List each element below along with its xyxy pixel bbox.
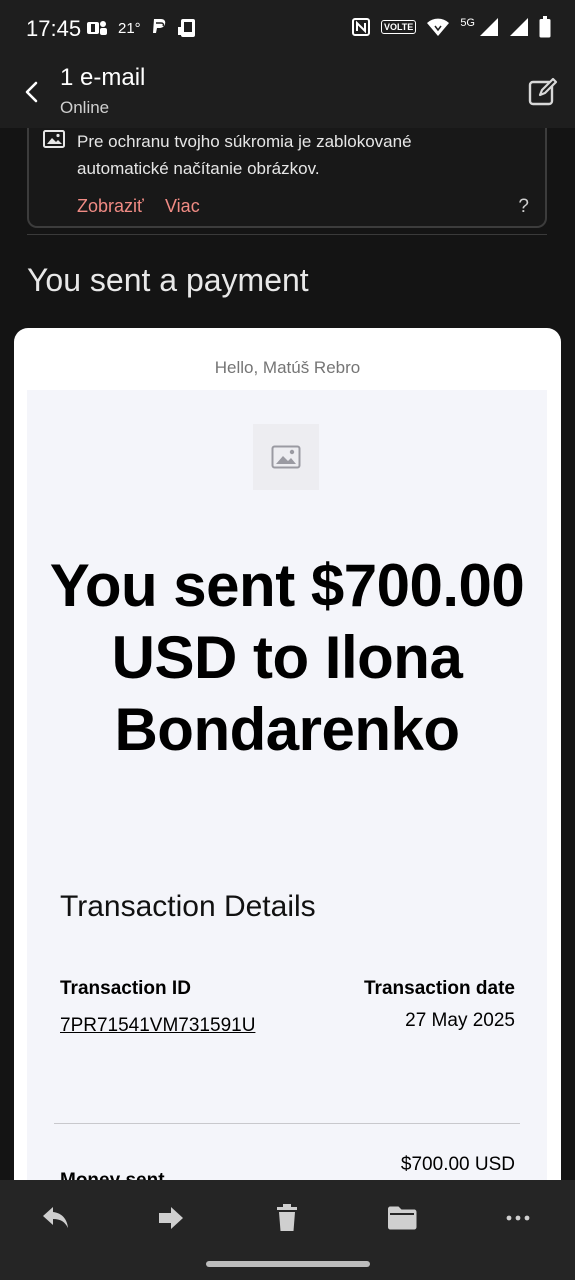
email-content: You sent $700.00 USD to Ilona Bondarenko… [27,390,547,1180]
image-blocked-banner: Pre ochranu tvojho súkromia je zablokova… [27,128,547,228]
transaction-date-value: 27 May 2025 [405,1010,515,1031]
money-sent-label: Money sent [60,1170,165,1180]
reply-icon [43,1207,68,1228]
status-left-icons: 21° [86,18,199,38]
transaction-date-label: Transaction date [364,978,515,999]
email-body-card: Hello, Matúš Rebro You sent $700.00 USD … [14,328,561,1180]
status-time: 17:45 [26,16,82,41]
image-blocked-text: Pre ochranu tvojho súkromia je zablokova… [77,132,412,178]
move-folder-button[interactable] [382,1198,422,1238]
compose-button[interactable] [527,76,559,108]
teams-icon [87,21,107,35]
money-sent-value: $700.00 USD [400,1154,515,1175]
image-icon [43,130,65,148]
wifi-icon [427,18,450,36]
more-info-link[interactable]: Viac [165,196,200,217]
temperature: 21° [118,19,141,37]
greeting: Hello, Matúš Rebro [214,358,361,377]
payment-headline: You sent $700.00 USD to Ilona Bondarenko [49,552,525,763]
app-subtitle: Online [60,98,110,117]
details-divider [54,1123,520,1124]
back-button[interactable] [18,78,46,106]
home-indicator[interactable] [206,1261,370,1267]
delete-button[interactable] [267,1198,307,1238]
more-icon [506,1215,530,1221]
phone-pay-icon [177,19,195,37]
help-button[interactable]: ? [518,196,529,218]
back-arrow-icon [25,81,38,103]
app-bar: 1 e-mail Online [0,56,575,128]
blocked-image-placeholder [253,424,319,490]
email-subject: You sent a payment [27,262,309,298]
transaction-id-link[interactable]: 7PR71541VM731591U [60,1010,275,1041]
show-images-link[interactable]: Zobraziť [77,196,144,217]
status-bar: 17:45 21° VOLTE 5G [0,0,575,56]
signal-icon [510,18,528,36]
battery-icon [539,16,551,38]
bottom-toolbar [0,1180,575,1280]
forward-icon [159,1207,183,1229]
nfc-icon [351,18,370,36]
network-type: 5G [460,17,475,29]
paypal-icon [152,19,165,33]
message-view[interactable]: Pre ochranu tvojho súkromia je zablokova… [0,128,575,1180]
move-folder-icon [388,1206,417,1230]
forward-button[interactable] [151,1198,191,1238]
delete-icon [277,1204,297,1231]
status-right-icons: VOLTE 5G [351,16,551,38]
transaction-details-title: Transaction Details [60,890,316,923]
more-options-button[interactable] [498,1198,538,1238]
divider [27,234,547,235]
image-placeholder-icon [271,445,301,469]
reply-button[interactable] [36,1198,76,1238]
app-title: 1 e-mail [60,64,146,91]
volte-icon: VOLTE [380,20,417,34]
compose-icon [528,77,558,106]
transaction-id-label: Transaction ID [60,978,191,999]
signal-icon [480,18,498,36]
